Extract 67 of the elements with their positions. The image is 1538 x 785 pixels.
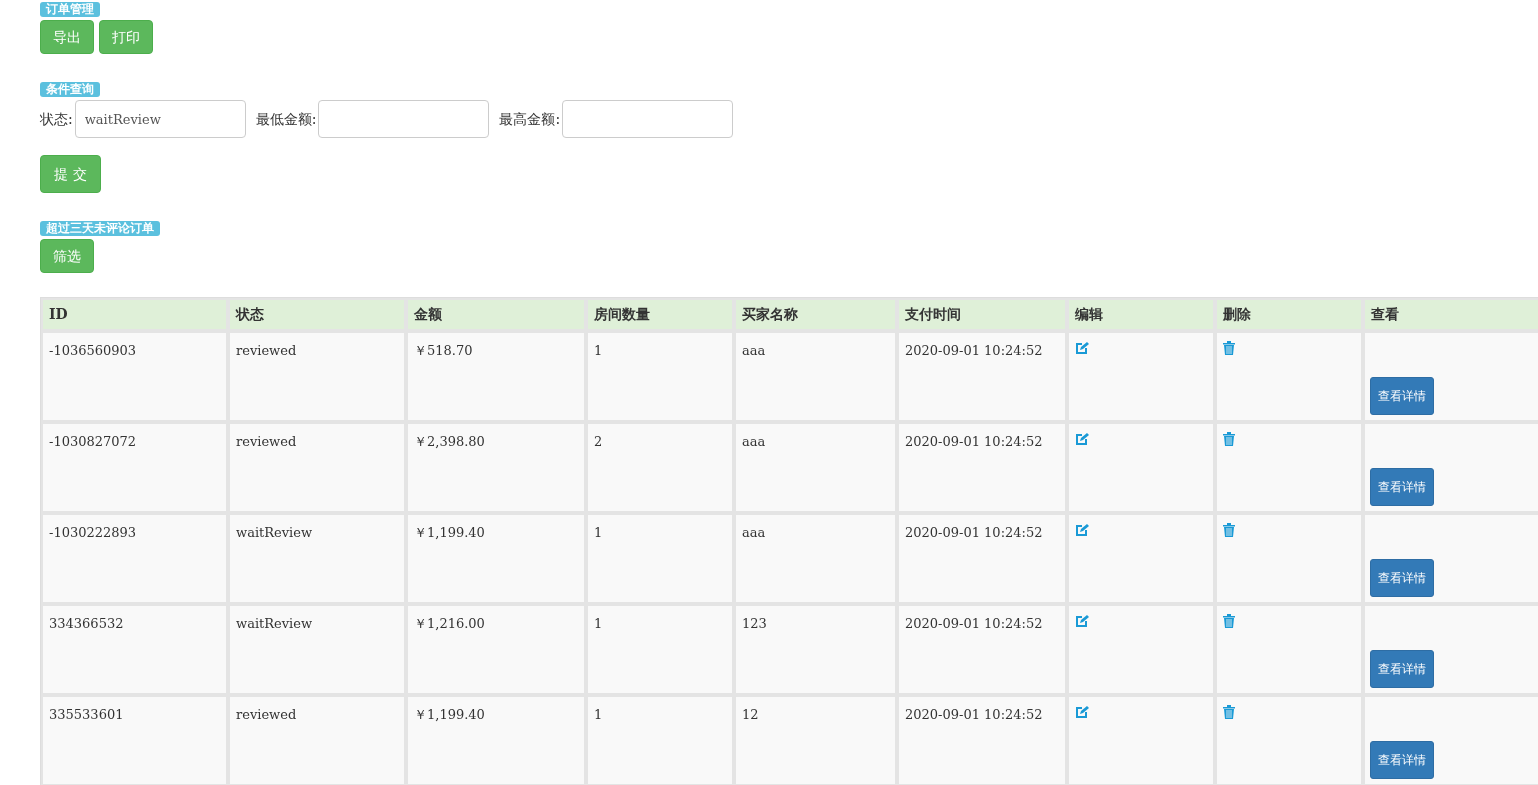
table-cell: 1 xyxy=(586,695,734,785)
table-cell: 2 xyxy=(586,422,734,513)
edit-icon[interactable] xyxy=(1075,705,1089,719)
table-cell: ￥518.70 xyxy=(406,331,586,422)
table-cell: 2020-09-01 10:24:52 xyxy=(897,331,1067,422)
column-header: 查看 xyxy=(1363,298,1538,331)
action-button[interactable]: 导出 xyxy=(40,20,94,54)
section-label: 超过三天未评论订单 xyxy=(40,221,160,236)
field-label: 最高金额: xyxy=(499,109,561,129)
table-cell: ￥1,216.00 xyxy=(406,604,586,695)
table-cell: reviewed xyxy=(228,331,406,422)
table-cell: reviewed xyxy=(228,422,406,513)
table-cell: -1036560903 xyxy=(41,331,228,422)
table-cell: -1030827072 xyxy=(41,422,228,513)
column-header: 金额 xyxy=(406,298,586,331)
column-header: 支付时间 xyxy=(897,298,1067,331)
column-header: 房间数量 xyxy=(586,298,734,331)
submit-button[interactable]: 提 交 xyxy=(40,155,101,193)
table-cell: 2020-09-01 10:24:52 xyxy=(897,695,1067,785)
table-cell: ￥2,398.80 xyxy=(406,422,586,513)
trash-icon[interactable] xyxy=(1223,705,1235,719)
trash-icon[interactable] xyxy=(1223,341,1235,355)
detail-button[interactable]: 查看详情 xyxy=(1370,377,1434,415)
table-cell: reviewed xyxy=(228,695,406,785)
input-field[interactable] xyxy=(318,100,490,138)
table-cell: 2020-09-01 10:24:52 xyxy=(897,513,1067,604)
trash-icon[interactable] xyxy=(1223,614,1235,628)
table-cell: 2020-09-01 10:24:52 xyxy=(897,604,1067,695)
detail-button[interactable]: 查看详情 xyxy=(1370,559,1434,597)
table-cell: aaa xyxy=(734,422,897,513)
trash-icon[interactable] xyxy=(1223,523,1235,537)
table-cell: ￥1,199.40 xyxy=(406,513,586,604)
edit-icon[interactable] xyxy=(1075,523,1089,537)
table-cell: 2020-09-01 10:24:52 xyxy=(897,422,1067,513)
table-cell: 1 xyxy=(586,604,734,695)
edit-icon[interactable] xyxy=(1075,341,1089,355)
section-label: 条件查询 xyxy=(40,82,100,97)
input-field[interactable] xyxy=(562,100,734,138)
filter-button[interactable]: 筛选 xyxy=(40,239,94,273)
column-header: 删除 xyxy=(1215,298,1363,331)
table-cell: waitReview xyxy=(228,604,406,695)
table-cell: 1 xyxy=(586,331,734,422)
section-label: 订单管理 xyxy=(40,2,100,17)
column-header: 状态 xyxy=(228,298,406,331)
edit-icon[interactable] xyxy=(1075,432,1089,446)
trash-icon[interactable] xyxy=(1223,432,1235,446)
table-cell: 12 xyxy=(734,695,897,785)
field-label: 状态: xyxy=(40,109,73,129)
action-button[interactable]: 打印 xyxy=(99,20,153,54)
table-cell: aaa xyxy=(734,513,897,604)
detail-button[interactable]: 查看详情 xyxy=(1370,741,1434,779)
table-cell: -1030222893 xyxy=(41,513,228,604)
edit-icon[interactable] xyxy=(1075,614,1089,628)
table-cell: ￥1,199.40 xyxy=(406,695,586,785)
field-label: 最低金额: xyxy=(255,109,317,129)
column-header: ID xyxy=(41,298,228,331)
input-field[interactable]: waitReview xyxy=(74,100,246,138)
table-cell: 123 xyxy=(734,604,897,695)
table-cell: waitReview xyxy=(228,513,406,604)
table-cell: 1 xyxy=(586,513,734,604)
table-cell: 335533601 xyxy=(41,695,228,785)
column-header: 买家名称 xyxy=(734,298,897,331)
detail-button[interactable]: 查看详情 xyxy=(1370,650,1434,688)
table-cell: 334366532 xyxy=(41,604,228,695)
column-header: 编辑 xyxy=(1067,298,1215,331)
detail-button[interactable]: 查看详情 xyxy=(1370,468,1434,506)
table-cell: aaa xyxy=(734,331,897,422)
